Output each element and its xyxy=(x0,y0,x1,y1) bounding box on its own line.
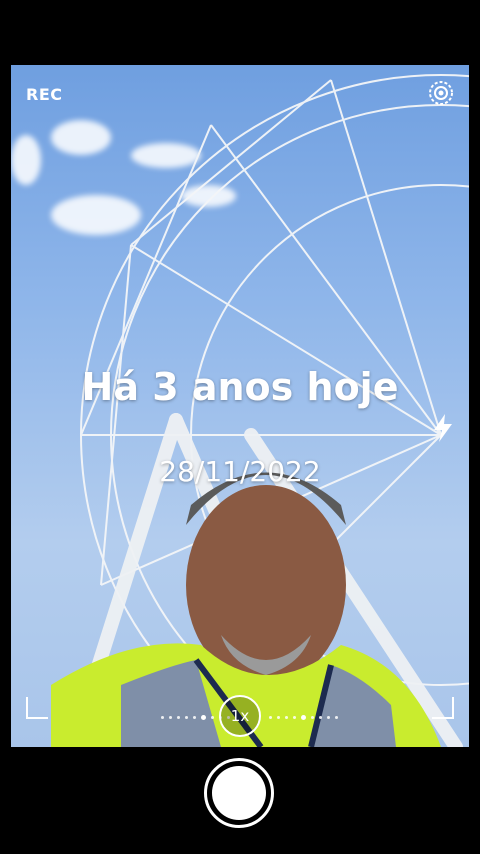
shutter-button[interactable] xyxy=(212,766,266,820)
settings-gear-icon[interactable] xyxy=(427,79,455,107)
zoom-scale-right[interactable] xyxy=(269,714,338,720)
frame-corner-left xyxy=(26,697,48,719)
memory-date: 28/11/2022 xyxy=(159,455,321,488)
flash-icon[interactable] xyxy=(431,413,455,443)
camera-viewfinder[interactable]: REC Há 3 anos hoje 28/11/2022 1x xyxy=(11,65,469,747)
recording-indicator: REC xyxy=(26,85,63,104)
zoom-level-button[interactable]: 1x xyxy=(219,695,261,737)
frame-corner-right xyxy=(432,697,454,719)
memory-title: Há 3 anos hoje xyxy=(81,365,399,409)
